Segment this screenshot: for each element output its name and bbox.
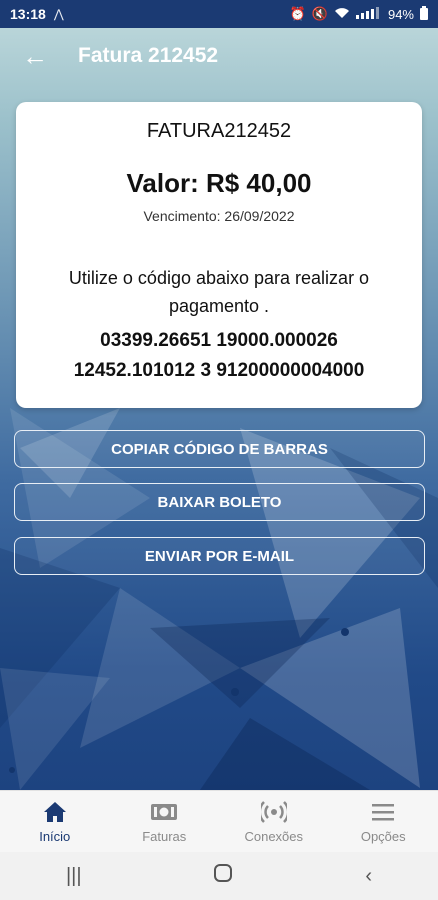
copy-barcode-button[interactable]: COPIAR CÓDIGO DE BARRAS [14,430,425,468]
barcode-line-2: 12452.101012 3 91200000004000 [73,360,365,381]
app-bar: ← Fatura 212452 [0,28,438,84]
system-navigation-bar: ||| ‹ [0,852,438,900]
notification-icon: ⋀ [53,7,64,21]
signal-icon [355,6,382,22]
back-arrow-icon[interactable]: ← [22,41,50,72]
barcode-line-1: 03399.26651 19000.000026 [100,330,338,351]
back-icon[interactable]: ‹ [365,865,372,888]
money-icon [150,799,178,825]
status-bar: 13:18 ⋀ ⏰ 🔇 94% [0,0,438,28]
download-boleto-button[interactable]: BAIXAR BOLETO [14,483,425,521]
recent-apps-icon[interactable]: ||| [66,865,82,888]
send-email-button[interactable]: ENVIAR POR E-MAIL [14,537,425,575]
battery-percent: 94% [387,6,414,22]
nav-item-inicio[interactable]: Início [0,791,110,852]
nav-label: Conexões [244,829,304,844]
page-title: Fatura 212452 [78,44,219,67]
nav-item-conexoes[interactable]: Conexões [219,791,329,852]
barcode-number[interactable]: 03399.26651 19000.000026 12452.101012 3 … [26,326,412,386]
status-icons: ⏰ 🔇 94% [289,5,428,23]
bottom-navigation: Início Faturas Conexões Opções [0,790,438,852]
home-button-icon[interactable] [213,863,233,889]
nav-label: Opções [360,829,406,844]
payment-instruction: Utilize o código abaixo para realizar o … [68,268,370,316]
nav-label: Faturas [142,829,187,844]
home-icon [43,799,67,825]
mute-icon: 🔇 [311,6,328,21]
nav-item-faturas[interactable]: Faturas [110,791,220,852]
nav-item-opcoes[interactable]: Opções [329,791,438,852]
alarm-icon: ⏰ [289,6,306,21]
status-time: 13:18 [10,6,46,22]
invoice-label: FATURA212452 [146,120,292,142]
nav-label: Início [39,829,71,844]
invoice-card: FATURA212452 Valor: R$ 40,00 Vencimento:… [16,102,422,408]
menu-icon [371,799,395,825]
invoice-value: Valor: R$ 40,00 [126,168,312,198]
battery-icon [420,5,428,23]
wifi-signal-icon [260,799,287,825]
wifi-icon [334,7,350,22]
invoice-due-date: Vencimento: 26/09/2022 [143,208,295,224]
